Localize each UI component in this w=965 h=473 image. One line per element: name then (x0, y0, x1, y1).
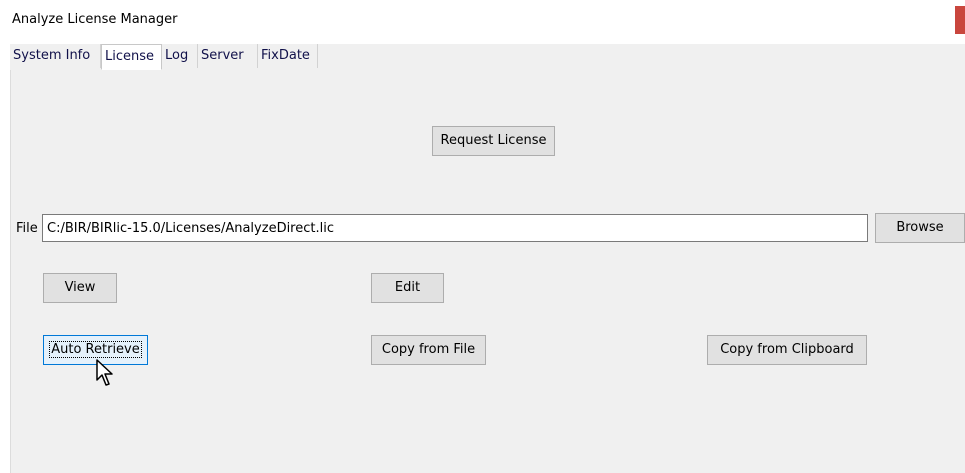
tab-system-info[interactable]: System Info (10, 44, 101, 68)
tab-bar: System Info License Log Server FixDate (10, 44, 965, 71)
file-label: File (16, 221, 38, 236)
copy-from-clipboard-button[interactable]: Copy from Clipboard (707, 335, 867, 365)
tab-license[interactable]: License (101, 44, 162, 70)
title-bar: Analyze License Manager (0, 0, 965, 38)
view-button[interactable]: View (43, 273, 117, 303)
close-icon[interactable] (955, 6, 965, 34)
browse-button[interactable]: Browse (875, 213, 965, 243)
copy-from-file-button[interactable]: Copy from File (371, 335, 486, 365)
auto-retrieve-label: Auto Retrieve (49, 341, 142, 358)
file-path-field[interactable] (42, 214, 868, 242)
tab-fixdate[interactable]: FixDate (258, 44, 318, 68)
tab-log[interactable]: Log (162, 44, 198, 68)
window-title: Analyze License Manager (12, 12, 178, 27)
tab-server[interactable]: Server (198, 44, 258, 68)
mouse-cursor-icon (96, 359, 113, 386)
request-license-button[interactable]: Request License (432, 126, 555, 156)
edit-button[interactable]: Edit (371, 273, 444, 303)
